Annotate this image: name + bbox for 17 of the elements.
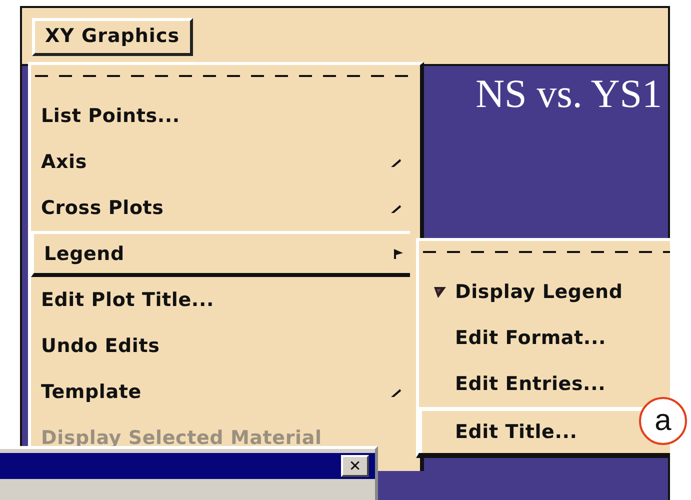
menu-item[interactable]: Cross Plots bbox=[31, 185, 420, 231]
menu-item[interactable]: Axis bbox=[31, 139, 420, 185]
close-button[interactable]: ✕ bbox=[341, 455, 369, 477]
submenu-arrow-icon bbox=[390, 202, 402, 214]
submenu-arrow-icon bbox=[392, 248, 404, 260]
menu-item[interactable]: Legend bbox=[31, 231, 410, 277]
menu-item[interactable]: Undo Edits bbox=[31, 323, 420, 369]
menu-item[interactable]: Template bbox=[31, 369, 420, 415]
submenu-item[interactable]: Display Legend bbox=[419, 269, 670, 315]
submenu-arrow-icon bbox=[390, 156, 402, 168]
menu-item[interactable]: Edit Plot Title... bbox=[31, 277, 420, 323]
submenu-arrow-icon bbox=[390, 386, 402, 398]
callout-label: a bbox=[639, 397, 687, 445]
submenu-item[interactable]: Edit Format... bbox=[419, 315, 670, 361]
menu-item[interactable]: List Points... bbox=[31, 93, 420, 139]
menubar-button[interactable]: XY Graphics bbox=[32, 18, 193, 56]
plot-title: NS vs. YS1 bbox=[476, 70, 662, 117]
